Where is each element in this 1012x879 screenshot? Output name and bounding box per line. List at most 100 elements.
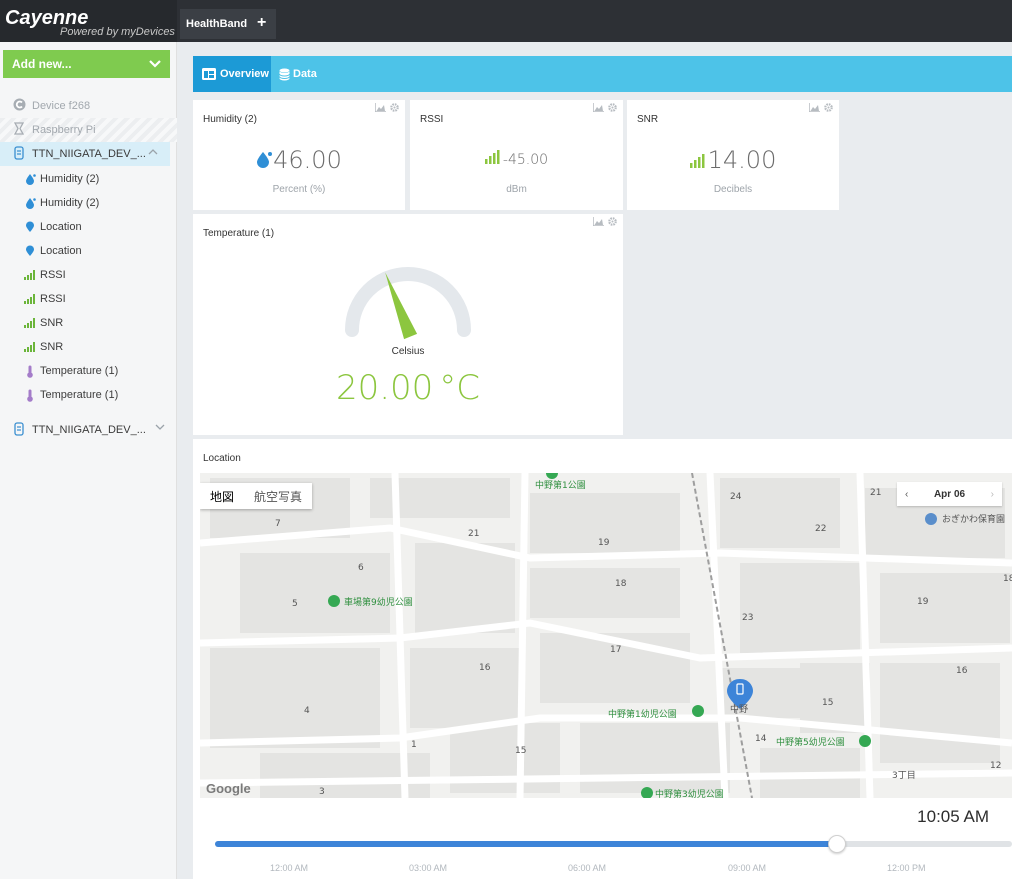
widget-value-row: 46.00 [193,146,405,174]
sidebar-item-location[interactable]: Location [0,239,177,263]
map-label: 17 [610,645,621,655]
sidebar-item-humidity[interactable]: Humidity (2) [0,191,177,215]
device-label: Raspberry Pi [32,124,96,136]
droplet-icon [24,197,36,209]
date-label: Apr 06 [933,488,966,500]
sidebar-device-raspberry-pi[interactable]: Raspberry Pi [0,118,177,142]
widget-value-row: -45.00 [410,150,623,168]
sidebar-item-label: Location [40,221,82,233]
widget-title: Location [203,453,241,464]
chart-icon[interactable] [809,103,820,112]
timeline-tick: 12:00 PM [887,863,926,873]
thermometer-icon [24,389,36,402]
map-type-satellite-button[interactable]: 航空写真 [244,483,312,509]
sidebar-item-location[interactable]: Location [0,215,177,239]
map-label: 中野第1幼児公園 [608,708,677,720]
sidebar-item-label: RSSI [40,293,66,305]
timeline-slider[interactable] [215,835,1012,853]
map-label: おぎかわ保育園 [942,513,1005,525]
signal-icon [484,150,500,164]
chevron-right-icon[interactable]: › [991,489,994,500]
map-label: 22 [815,524,826,534]
chart-icon[interactable] [593,217,604,226]
tab-overview[interactable]: Overview [193,56,271,92]
timeline-tick: 06:00 AM [568,863,607,873]
sidebar-item-rssi[interactable]: RSSI [0,287,177,311]
sidebar-item-temperature[interactable]: Temperature (1) [0,359,177,383]
sidebar-item-snr[interactable]: SNR [0,335,177,359]
widget-value: 46.00 [273,146,342,174]
map-label: 23 [742,613,753,623]
tab-healthband-label: HealthBand [186,18,248,30]
widget-rssi: RSSI -45.00 dBm [410,100,623,210]
gear-icon[interactable] [608,103,617,112]
temperature-value: 20.00 [335,368,434,408]
sidebar-item-temperature[interactable]: Temperature (1) [0,383,177,407]
cayenne-icon [12,98,26,114]
chevron-up-icon[interactable] [148,146,158,158]
gear-icon[interactable] [824,103,833,112]
map-label: 16 [479,663,491,673]
sidebar-device-ttn-1[interactable]: TTN_NIIGATA_DEV_... [0,142,170,166]
map-label: 3丁目 [892,770,916,781]
sidebar-item-rssi[interactable]: RSSI [0,263,177,287]
map-label: 3 [319,787,325,797]
widget-actions [593,103,617,112]
map-label: 5 [292,599,298,609]
add-new-label: Add new... [12,57,72,71]
sidebar-item-snr[interactable]: SNR [0,311,177,335]
chevron-down-icon [149,60,161,68]
logo[interactable]: Cayenne Powered by myDevices [0,0,177,42]
map-label: 21 [468,529,479,539]
map-label: 18 [615,579,627,589]
plus-icon[interactable]: + [257,15,266,31]
chart-icon[interactable] [375,103,386,112]
tab-data[interactable]: Data [279,56,317,92]
widget-snr: SNR 14.00 Decibels [627,100,839,210]
tab-overview-label: Overview [220,68,269,80]
timeline-handle[interactable] [827,835,846,853]
sidebar: Add new... Device f268 Raspberry Pi TTN_… [0,42,177,879]
map-label: 15 [515,746,526,756]
gear-icon[interactable] [390,103,399,112]
logo-subtitle: Powered by myDevices [60,26,175,38]
widget-title: Humidity (2) [203,114,257,125]
signal-icon [689,154,705,168]
map-type-toggle: 地図 航空写真 [200,483,313,509]
signal-icon [24,270,36,280]
sidebar-device-ttn-2[interactable]: TTN_NIIGATA_DEV_... [0,418,177,442]
widget-title: SNR [637,114,659,125]
map-label: Google [206,781,251,796]
map-label: 15 [822,698,833,708]
map-type-map-button[interactable]: 地図 [200,483,244,509]
widget-actions [809,103,833,112]
map-label: 中野第3幼児公園 [655,788,724,798]
gauge-label: Celsius [391,346,425,357]
widget-unit: Percent (%) [272,184,326,195]
timeline-time-label: 10:05 AM [917,807,989,826]
lora-icon [12,145,26,163]
date-picker: ‹ Apr 06 › [897,482,1002,506]
sidebar-item-humidity[interactable]: Humidity (2) [0,167,177,191]
temperature-value-row: 20.00 °C [193,368,623,408]
map-label: 16 [956,666,968,676]
widget-unit: Decibels [713,184,753,195]
map-label: 19 [917,597,929,607]
signal-icon [24,318,36,328]
chart-icon[interactable] [593,103,604,112]
add-new-button[interactable]: Add new... [3,50,170,78]
chevron-down-icon[interactable] [155,422,165,434]
gear-icon[interactable] [608,217,617,226]
sidebar-device-f268[interactable]: Device f268 [0,94,177,118]
widget-value: 14.00 [707,146,777,174]
device-label: TTN_NIIGATA_DEV_... [32,424,146,436]
map-pin-icon [24,245,36,257]
map[interactable]: 中野第1公園 車場第9幼児公園 中野第1幼児公園 中野第5幼児公園 中野第3幼児… [200,473,1012,798]
widget-value-row: 14.00 [627,146,839,174]
map-label: 14 [755,734,767,744]
map-label: 6 [358,563,364,573]
gauge-needle [385,272,418,340]
map-label: 中野 [730,703,748,715]
dashboard-icon [202,68,216,80]
chevron-left-icon[interactable]: ‹ [905,489,908,500]
